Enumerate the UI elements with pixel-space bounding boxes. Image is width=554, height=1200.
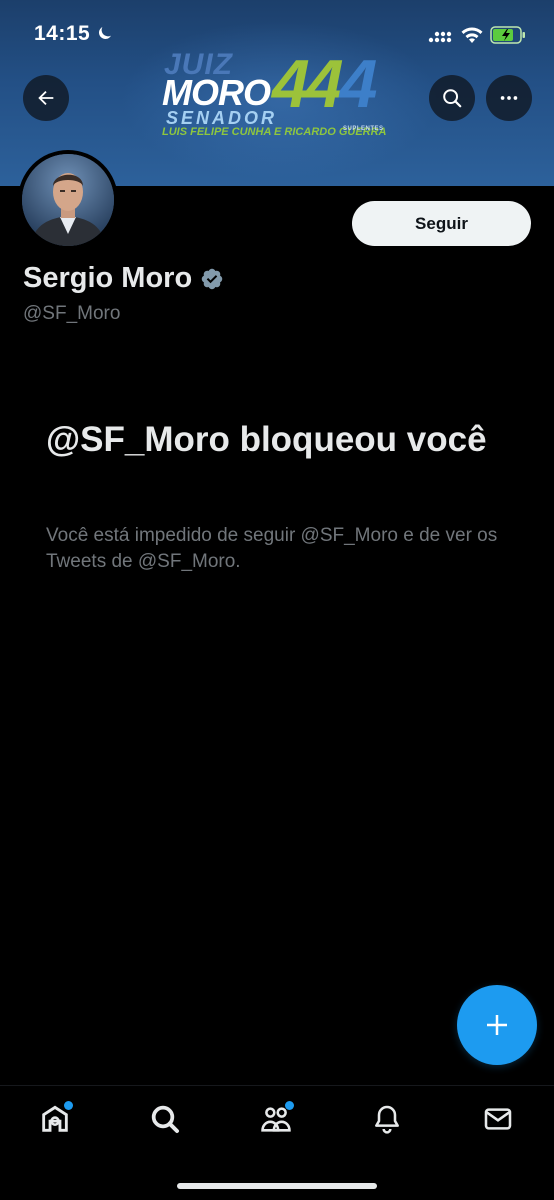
- status-time: 14:15: [34, 22, 91, 45]
- search-icon: [443, 89, 462, 108]
- wifi-icon: [461, 27, 483, 43]
- verified-badge-icon[interactable]: [200, 267, 224, 291]
- nav-notifications[interactable]: [367, 1099, 407, 1139]
- more-horizontal-icon: [500, 96, 518, 100]
- nav-communities[interactable]: [256, 1099, 296, 1139]
- notification-dot: [285, 1101, 294, 1110]
- follow-button[interactable]: Seguir: [352, 201, 531, 246]
- battery-icon: [490, 26, 525, 44]
- signal-icon: [428, 31, 452, 43]
- home-indicator[interactable]: [177, 1183, 377, 1189]
- plus-icon: [487, 1015, 507, 1035]
- blocked-title: @SF_Moro bloqueou você: [46, 420, 487, 459]
- compose-tweet-button[interactable]: [457, 985, 537, 1065]
- search-icon: [151, 1105, 179, 1133]
- nav-messages[interactable]: [478, 1099, 518, 1139]
- avatar-photo: [22, 154, 114, 246]
- avatar-portrait: [22, 154, 114, 246]
- arrow-left-icon: [38, 90, 54, 106]
- bell-icon: [375, 1105, 399, 1134]
- search-button[interactable]: [429, 75, 475, 121]
- back-button[interactable]: [23, 75, 69, 121]
- nav-search[interactable]: [145, 1099, 185, 1139]
- status-bar: 14:15: [0, 0, 554, 70]
- moon-icon: [99, 27, 111, 39]
- logo-suplentes-label: SUPLENTES: [343, 126, 384, 132]
- profile-name: Sergio Moro: [23, 262, 193, 294]
- nav-home[interactable]: [35, 1099, 75, 1139]
- more-button[interactable]: [486, 75, 532, 121]
- notification-dot: [64, 1101, 73, 1110]
- profile-handle: @SF_Moro: [23, 303, 121, 324]
- mail-icon: [484, 1108, 512, 1130]
- blocked-description: Você está impedido de seguir @SF_Moro e …: [46, 525, 498, 572]
- profile-name-row: Sergio Moro: [23, 262, 224, 295]
- avatar[interactable]: [18, 150, 118, 250]
